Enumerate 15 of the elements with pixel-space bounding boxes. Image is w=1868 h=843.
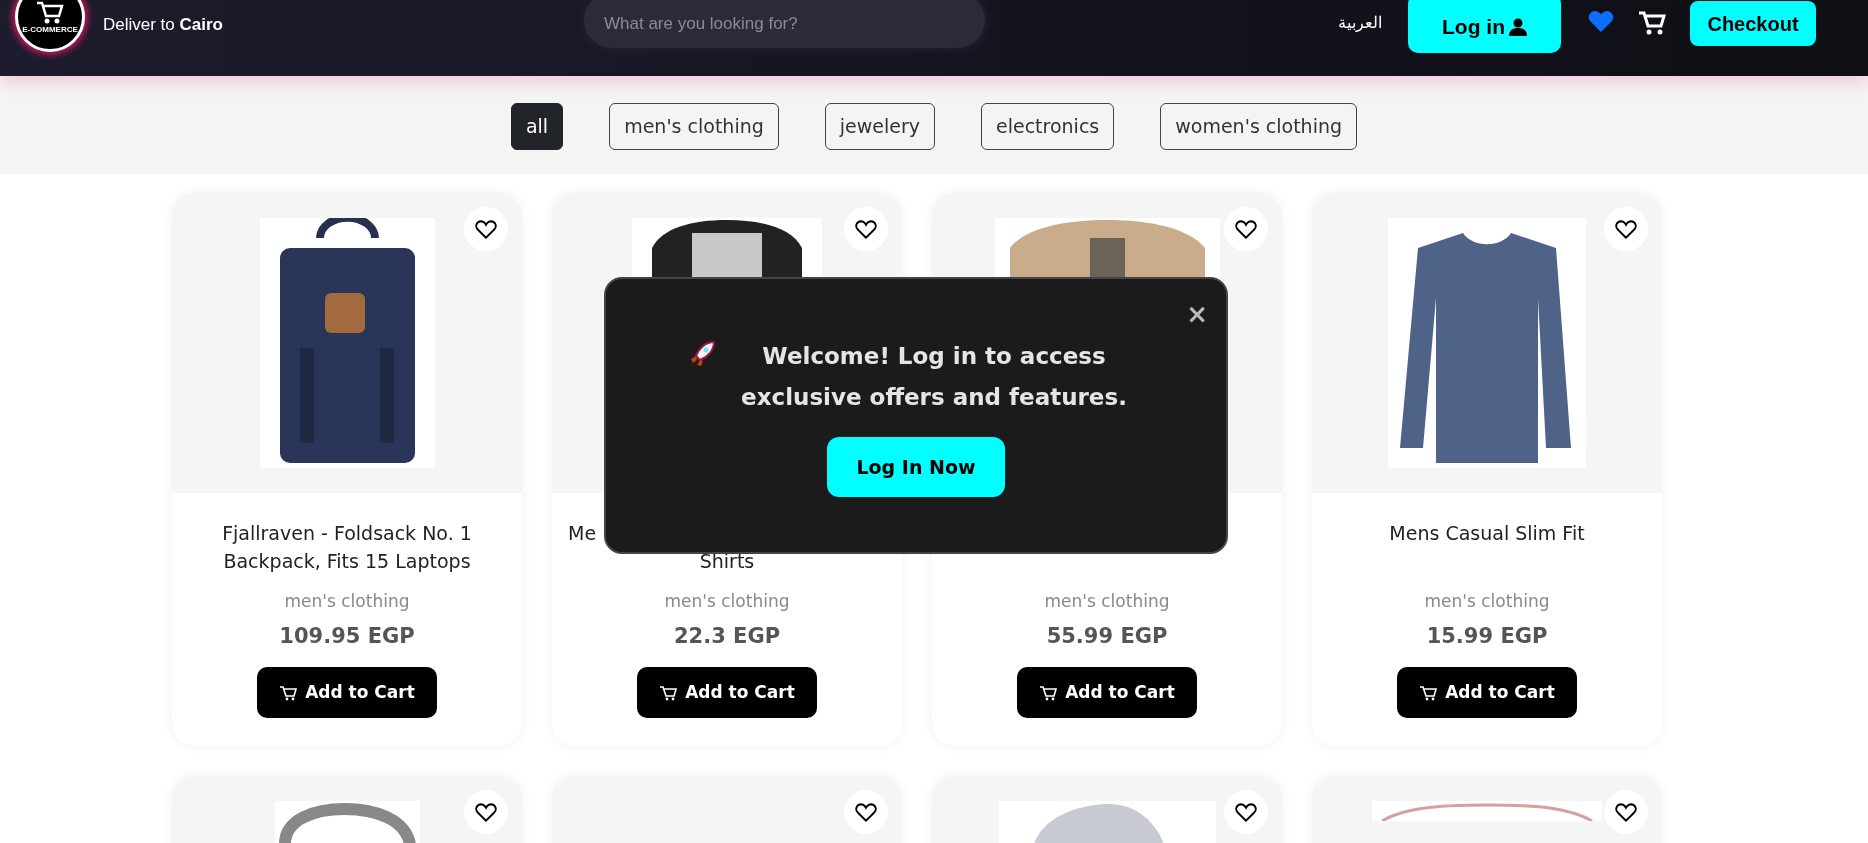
- product-title: Fjallraven - Foldsack No. 1: [222, 521, 472, 546]
- product-category: men's clothing: [664, 590, 790, 613]
- product-title: Shirts: [699, 549, 755, 574]
- product-category: men's clothing: [1044, 590, 1170, 613]
- logo-text: E-COMMERCE: [22, 26, 78, 34]
- product-price: 109.95 EGP: [279, 622, 415, 650]
- product-price: 55.99 EGP: [1046, 622, 1168, 650]
- welcome-message: Welcome! Log in to access exclusive offers and features.: [740, 342, 1128, 412]
- product-title: Backpack, Fits 15 Laptops: [223, 549, 471, 574]
- product-price: 15.99 EGP: [1426, 622, 1548, 650]
- product-category: men's clothing: [1424, 590, 1550, 613]
- product-category: men's clothing: [284, 590, 410, 613]
- product-price: 22.3 EGP: [673, 622, 781, 650]
- product-title: Me: [567, 521, 597, 546]
- product-title: Mens Casual Slim Fit: [1389, 521, 1585, 546]
